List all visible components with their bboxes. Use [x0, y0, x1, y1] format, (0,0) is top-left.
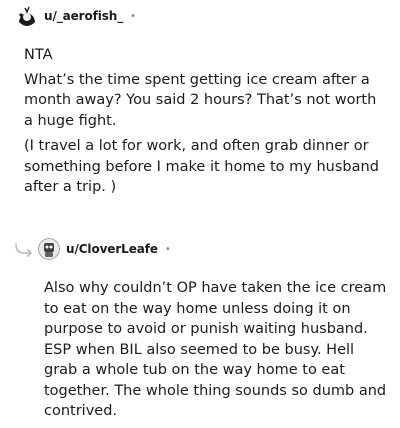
- comment-paragraph: Also why couldn’t OP have taken the ice …: [44, 280, 387, 419]
- avatar[interactable]: [38, 238, 60, 260]
- comment-body: NTA What’s the time spent getting ice cr…: [24, 45, 384, 198]
- comment-body: Also why couldn’t OP have taken the ice …: [44, 278, 389, 422]
- comment-paragraph: NTA: [24, 47, 53, 63]
- comment-header: u/_aerofish_ •: [16, 5, 136, 27]
- avatar[interactable]: [16, 5, 38, 27]
- separator-dot: •: [164, 243, 171, 255]
- username[interactable]: u/CloverLeafe: [66, 242, 158, 256]
- comment-paragraph: (I travel a lot for work, and often grab…: [24, 138, 379, 195]
- username[interactable]: u/_aerofish_: [44, 9, 123, 23]
- comment-paragraph: What’s the time spent getting ice cream …: [24, 71, 377, 129]
- reddit-comment-thread: u/_aerofish_ • NTA What’s the time spent…: [0, 0, 400, 428]
- reply-thread-arrow-icon: [15, 243, 32, 257]
- comment-header: u/CloverLeafe •: [38, 238, 171, 260]
- separator-dot: •: [130, 10, 137, 22]
